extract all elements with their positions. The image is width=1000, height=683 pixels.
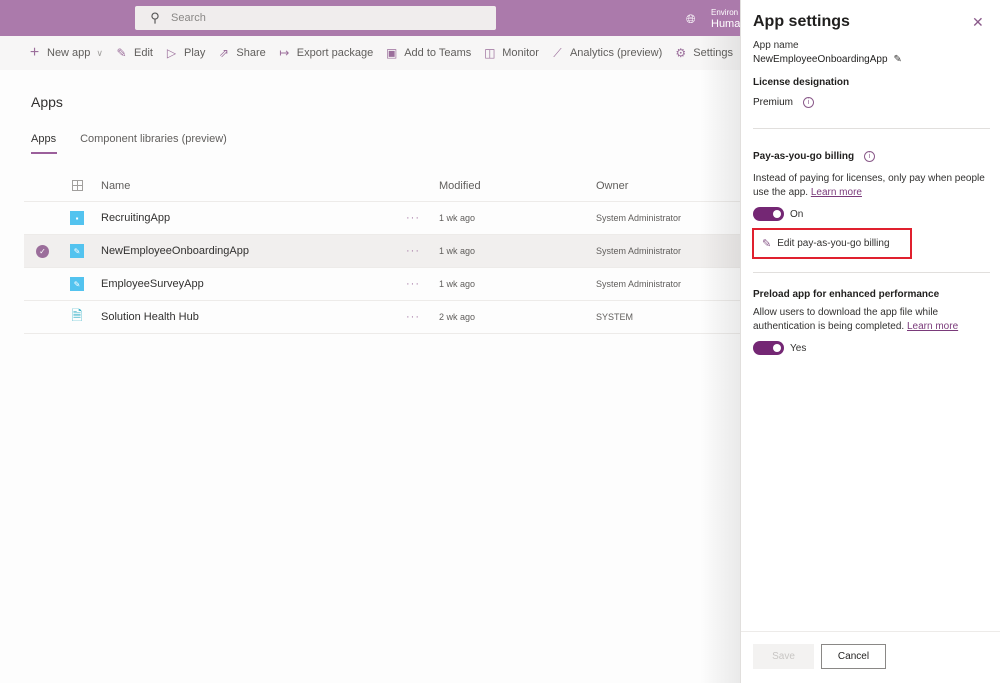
chevron-down-icon: ∨ [96,47,104,58]
model-app-icon: 🗎︎ [71,307,83,323]
table-row[interactable]: ▪ RecruitingApp ··· 1 wk ago System Admi… [24,202,740,235]
table-header: Name Modified Owner [24,170,740,202]
more-options-button[interactable]: ··· [406,212,420,224]
column-picker-icon[interactable] [70,179,84,193]
check-icon[interactable]: ✓ [36,244,49,258]
edit-payg-billing-button[interactable]: ✎ Edit pay-as-you-go billing [752,228,912,259]
modified-value: 1 wk ago [439,246,476,256]
table-row[interactable]: ✎ EmployeeSurveyApp ··· 1 wk ago System … [24,268,740,301]
preload-toggle-row: Yes [753,341,806,355]
tab-apps[interactable]: Apps [31,133,58,154]
info-icon[interactable]: i [864,151,876,162]
apps-table: Name Modified Owner ▪ RecruitingApp ··· … [24,170,740,334]
save-button[interactable]: Save [753,644,814,669]
edit-name-pencil-icon[interactable]: ✎ [894,54,902,65]
footer-divider [741,631,1000,632]
monitor-button[interactable]: ◫ Monitor [483,46,539,60]
tab-component-libraries[interactable]: Component libraries (preview) [80,133,227,154]
preload-heading: Preload app for enhanced performance [753,289,940,300]
pencil-icon: ✎ [762,238,772,250]
monitor-icon: ◫ [484,46,496,60]
table-row[interactable]: 🗎︎ Solution Health Hub ··· 2 wk ago SYST… [24,301,740,334]
modified-value: 1 wk ago [439,213,476,223]
app-name[interactable]: NewEmployeeOnboardingApp [101,245,249,257]
license-value: Premium i [753,97,815,108]
payg-toggle-row: On [753,207,803,221]
main-content: Apps Apps Component libraries (preview) … [0,70,740,683]
preload-toggle-state: Yes [790,342,807,354]
more-options-button[interactable]: ··· [406,311,420,323]
analytics-icon: ⟋ [553,45,562,60]
play-icon: ▷ [166,46,177,60]
tab-list: Apps Component libraries (preview) [31,133,251,154]
export-package-button[interactable]: ↦ Export package [278,46,373,60]
search-icon: ⚲ [150,10,160,25]
modified-value: 2 wk ago [439,312,476,322]
app-name-label: App name [753,40,799,51]
owner-value: System Administrator [596,213,682,223]
plus-icon: + [29,44,40,61]
payg-learn-more-link[interactable]: Learn more [811,187,862,198]
more-options-button[interactable]: ··· [406,278,420,290]
payg-description: Instead of paying for licenses, only pay… [753,173,985,198]
more-options-button[interactable]: ··· [406,245,420,257]
panel-title: App settings [753,13,850,30]
globe-icon: 🌐︎ [686,11,696,26]
edit-button[interactable]: ✎ Edit [115,46,153,60]
gear-icon: ⚙ [675,46,687,60]
export-icon: ↦ [279,46,290,60]
modified-value: 1 wk ago [439,279,476,289]
payg-toggle[interactable] [753,207,784,221]
payg-toggle-state: On [790,208,804,220]
share-icon: ⇗ [218,46,229,60]
search-placeholder: Search [171,12,206,24]
app-name[interactable]: EmployeeSurveyApp [101,278,204,290]
canvas-app-icon: ▪ [70,211,84,225]
column-modified[interactable]: Modified [439,180,481,192]
canvas-app-icon: ✎ [70,277,84,291]
search-input[interactable]: ⚲ Search [135,6,496,30]
play-button[interactable]: ▷ Play [165,46,206,60]
app-name[interactable]: Solution Health Hub [101,311,199,323]
canvas-app-icon: ✎ [70,244,84,258]
preload-toggle[interactable] [753,341,784,355]
app-name-value: NewEmployeeOnboardingApp ✎ [753,54,902,65]
column-owner[interactable]: Owner [596,180,628,192]
cancel-button[interactable]: Cancel [821,644,886,669]
panel-shadow [700,36,740,683]
close-icon[interactable]: ✕ [972,14,984,31]
app-name[interactable]: RecruitingApp [101,212,170,224]
environment-label: Environ [711,7,739,17]
analytics-button[interactable]: ⟋ Analytics (preview) [551,46,662,61]
new-app-button[interactable]: + New app ∨ [28,44,103,62]
column-name[interactable]: Name [101,180,130,192]
app-settings-panel: App settings ✕ App name NewEmployeeOnboa… [740,0,1000,683]
license-label: License designation [753,77,850,88]
pencil-icon: ✎ [116,46,127,60]
environment-picker[interactable]: 🌐︎ Environ Huma [686,6,740,32]
preload-learn-more-link[interactable]: Learn more [907,321,958,332]
divider [753,128,990,129]
owner-value: System Administrator [596,246,682,256]
info-icon[interactable]: i [803,97,815,108]
divider [753,272,990,273]
payg-heading: Pay-as-you-go billing i [753,151,876,162]
page-title: Apps [31,94,63,110]
share-button[interactable]: ⇗ Share [217,46,266,60]
teams-icon: ▣ [386,46,398,60]
preload-description: Allow users to download the app file whi… [753,307,959,332]
owner-value: System Administrator [596,279,682,289]
owner-value: SYSTEM [596,312,634,322]
add-to-teams-button[interactable]: ▣ Add to Teams [385,46,471,60]
environment-name: Huma [711,17,741,30]
table-row[interactable]: ✓ ✎ NewEmployeeOnboardingApp ··· 1 wk ag… [24,235,740,268]
